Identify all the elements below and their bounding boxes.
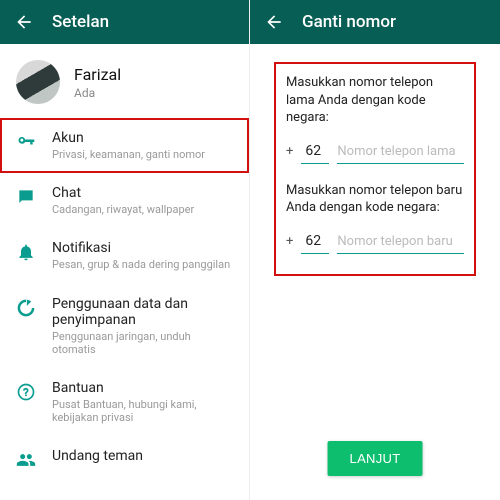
item-label: Bantuan bbox=[52, 380, 233, 396]
settings-title: Setelan bbox=[52, 12, 109, 32]
country-code-new[interactable]: 62 bbox=[301, 231, 329, 254]
new-phone-input[interactable]: Nomor telepon baru bbox=[337, 232, 464, 254]
profile-status: Ada bbox=[74, 86, 121, 100]
item-label: Penggunaan data dan penyimpanan bbox=[52, 296, 233, 328]
form-highlight: Masukkan nomor telepon lama Anda dengan … bbox=[274, 62, 476, 276]
profile-name: Farizal bbox=[74, 65, 121, 84]
back-icon[interactable] bbox=[264, 12, 284, 32]
sidebar-item-account[interactable]: Akun Privasi, keamanan, ganti nomor bbox=[0, 118, 249, 173]
item-sub: Pesan, grup & nada dering panggilan bbox=[52, 258, 230, 271]
sidebar-item-invite[interactable]: Undang teman bbox=[0, 436, 249, 486]
old-phone-input[interactable]: Nomor telepon lama bbox=[337, 142, 464, 164]
item-sub: Penggunaan jaringan, unduh otomatis bbox=[52, 330, 233, 356]
old-number-row: + 62 Nomor telepon lama bbox=[286, 141, 464, 164]
change-number-title: Ganti nomor bbox=[302, 12, 396, 32]
sidebar-item-data-storage[interactable]: Penggunaan data dan penyimpanan Pengguna… bbox=[0, 284, 249, 368]
country-code-old[interactable]: 62 bbox=[301, 141, 329, 164]
key-icon bbox=[16, 132, 36, 156]
continue-button[interactable]: LANJUT bbox=[328, 441, 423, 476]
chat-icon bbox=[16, 187, 36, 211]
prompt-old: Masukkan nomor telepon lama Anda dengan … bbox=[286, 74, 464, 127]
profile-row[interactable]: Farizal Ada bbox=[0, 44, 249, 118]
item-label: Chat bbox=[52, 185, 194, 201]
item-label: Notifikasi bbox=[52, 240, 230, 256]
change-number-panel: Ganti nomor Masukkan nomor telepon lama … bbox=[250, 0, 500, 500]
sidebar-item-chat[interactable]: Chat Cadangan, riwayat, wallpaper bbox=[0, 173, 249, 228]
new-number-row: + 62 Nomor telepon baru bbox=[286, 231, 464, 254]
settings-list: Akun Privasi, keamanan, ganti nomor Chat… bbox=[0, 118, 249, 500]
plus-sign: + bbox=[286, 144, 293, 159]
item-label: Undang teman bbox=[52, 448, 143, 464]
settings-header: Setelan bbox=[0, 0, 249, 44]
item-sub: Pusat Bantuan, hubungi kami, kebijakan p… bbox=[52, 398, 233, 424]
item-label: Akun bbox=[52, 130, 205, 146]
help-icon bbox=[16, 382, 36, 406]
people-icon bbox=[16, 450, 36, 474]
settings-panel: Setelan Farizal Ada Akun Privasi, keaman… bbox=[0, 0, 250, 500]
item-sub: Privasi, keamanan, ganti nomor bbox=[52, 148, 205, 161]
change-number-header: Ganti nomor bbox=[250, 0, 500, 44]
prompt-new: Masukkan nomor telepon baru Anda dengan … bbox=[286, 182, 464, 217]
sidebar-item-help[interactable]: Bantuan Pusat Bantuan, hubungi kami, keb… bbox=[0, 368, 249, 436]
bell-icon bbox=[16, 242, 36, 266]
change-number-content: Masukkan nomor telepon lama Anda dengan … bbox=[250, 44, 500, 276]
data-usage-icon bbox=[16, 298, 36, 322]
back-icon[interactable] bbox=[14, 12, 34, 32]
item-sub: Cadangan, riwayat, wallpaper bbox=[52, 203, 194, 216]
plus-sign: + bbox=[286, 234, 293, 249]
avatar bbox=[16, 60, 60, 104]
sidebar-item-notifications[interactable]: Notifikasi Pesan, grup & nada dering pan… bbox=[0, 228, 249, 283]
